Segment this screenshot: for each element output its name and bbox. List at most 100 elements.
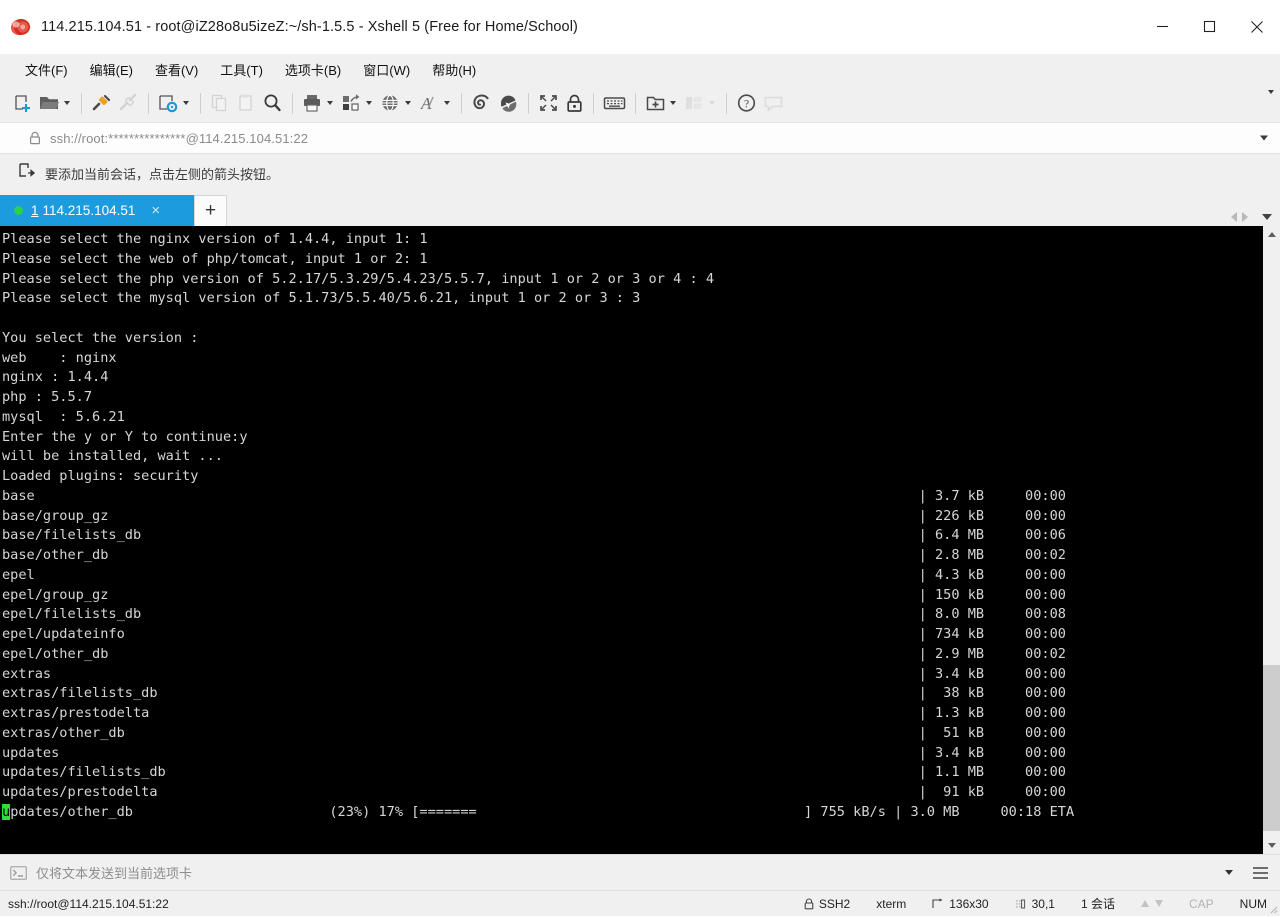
- status-transfer-indicators: [1128, 891, 1176, 916]
- font-caret-icon[interactable]: [444, 101, 450, 105]
- file-transfer-caret-icon[interactable]: [366, 101, 372, 105]
- disconnect-button[interactable]: [115, 88, 142, 118]
- toolbar-separator: [528, 92, 529, 114]
- scrollbar-thumb[interactable]: [1263, 665, 1280, 831]
- address-bar[interactable]: ssh://root:***************@114.215.104.5…: [0, 122, 1280, 154]
- new-tab-button[interactable]: +: [194, 195, 227, 226]
- lock-icon: [804, 898, 814, 910]
- print-button[interactable]: [299, 88, 338, 118]
- add-folder-caret-icon[interactable]: [670, 101, 676, 105]
- scroll-up-button[interactable]: [1263, 226, 1280, 243]
- tab-label: 114.215.104.51: [42, 203, 136, 218]
- toolbar-separator: [148, 92, 149, 114]
- layout-button[interactable]: [681, 88, 720, 118]
- tab-close-icon[interactable]: ×: [151, 203, 160, 218]
- toolbar-separator: [292, 92, 293, 114]
- menu-file[interactable]: 文件(F): [14, 56, 79, 83]
- connection-status-icon: [14, 206, 23, 215]
- address-value[interactable]: ssh://root:***************@114.215.104.5…: [50, 131, 308, 146]
- paste-icon: [236, 93, 256, 113]
- minimize-button[interactable]: [1139, 0, 1186, 53]
- terminal-scrollbar[interactable]: [1262, 226, 1280, 854]
- session-properties-button[interactable]: [155, 88, 194, 118]
- xshell-logo-icon: [9, 16, 32, 38]
- scrollbar-track[interactable]: [1263, 243, 1280, 837]
- tab-bar: 1 114.215.104.51 × +: [0, 192, 1280, 226]
- connect-icon: [91, 93, 112, 113]
- download-arrow-icon: [1154, 900, 1163, 907]
- terminal-output[interactable]: Please select the nginx version of 1.4.4…: [0, 226, 1262, 854]
- menu-tabs[interactable]: 选项卡(B): [274, 56, 352, 83]
- toolbar-separator: [200, 92, 201, 114]
- status-terminal-type: xterm: [876, 896, 907, 911]
- open-session-button[interactable]: [36, 88, 75, 118]
- add-session-icon[interactable]: [19, 162, 36, 184]
- layout-caret-icon[interactable]: [709, 101, 715, 105]
- status-size-label: 136x30: [949, 896, 989, 911]
- tab-scroll-right-icon[interactable]: [1242, 212, 1248, 222]
- status-size: 136x30: [919, 891, 1001, 916]
- menu-edit[interactable]: 编辑(E): [79, 56, 144, 83]
- keyboard-icon: [603, 93, 626, 113]
- font-button[interactable]: A: [416, 88, 455, 118]
- layout-icon: [684, 93, 705, 113]
- hint-bar: 要添加当前会话，点击左侧的箭头按钮。: [0, 154, 1280, 192]
- toolbar-separator: [635, 92, 636, 114]
- resize-grip[interactable]: [1266, 902, 1278, 914]
- help-button[interactable]: ?: [733, 88, 760, 118]
- chat-button[interactable]: [760, 88, 787, 118]
- fullscreen-icon: [538, 93, 559, 113]
- scroll-down-button[interactable]: [1263, 837, 1280, 854]
- status-sessions: 1 会话: [1080, 897, 1115, 911]
- toolbar-separator: [461, 92, 462, 114]
- keyboard-button[interactable]: [600, 88, 629, 118]
- session-properties-icon: [158, 93, 179, 113]
- window-title: 114.215.104.51 - root@iZ28o8u5izeZ:~/sh-…: [41, 18, 578, 35]
- status-right-group: SSH2 xterm 136x30 30,1 1 会话 CAP NUM: [791, 891, 1280, 916]
- print-icon: [302, 93, 323, 113]
- status-cursor: 30,1: [1002, 891, 1068, 916]
- open-session-caret-icon[interactable]: [64, 101, 70, 105]
- new-session-icon: [13, 93, 33, 113]
- add-folder-button[interactable]: [642, 88, 681, 118]
- print-caret-icon[interactable]: [327, 101, 333, 105]
- send-bar-menu-icon[interactable]: [1253, 866, 1268, 879]
- close-button[interactable]: [1233, 0, 1280, 53]
- cursor-icon: [1015, 898, 1027, 910]
- copy-button[interactable]: [207, 88, 233, 118]
- tab-menu-icon[interactable]: [1262, 214, 1272, 220]
- address-dropdown-icon[interactable]: [1260, 135, 1268, 141]
- upload-arrow-icon: [1140, 900, 1149, 907]
- status-caps-lock: CAP: [1188, 896, 1214, 911]
- send-target-dropdown-icon[interactable]: [1225, 870, 1233, 875]
- terminal-area: Please select the nginx version of 1.4.4…: [0, 226, 1280, 854]
- find-button[interactable]: [259, 88, 286, 118]
- tab-scroll-left-icon[interactable]: [1231, 212, 1237, 222]
- xftp-button[interactable]: [495, 88, 522, 118]
- encoding-button[interactable]: [377, 88, 416, 118]
- lock-button[interactable]: [562, 88, 587, 118]
- toolbar-separator: [726, 92, 727, 114]
- connect-button[interactable]: [88, 88, 115, 118]
- fullscreen-button[interactable]: [535, 88, 562, 118]
- encoding-caret-icon[interactable]: [405, 101, 411, 105]
- window-controls: [1139, 0, 1280, 53]
- tab-session-1[interactable]: 1 114.215.104.51 ×: [0, 195, 194, 226]
- file-transfer-button[interactable]: [338, 88, 377, 118]
- session-properties-caret-icon[interactable]: [183, 101, 189, 105]
- help-icon: ?: [736, 93, 757, 113]
- globe-icon: [380, 93, 401, 113]
- toolbar-overflow-button[interactable]: [1268, 90, 1274, 112]
- menu-view[interactable]: 查看(V): [144, 56, 209, 83]
- send-bar-controls: [1225, 855, 1280, 890]
- menu-window[interactable]: 窗口(W): [352, 56, 421, 83]
- new-session-button[interactable]: [10, 88, 36, 118]
- send-text-bar[interactable]: 仅将文本发送到当前选项卡: [0, 854, 1280, 890]
- menu-bar: 文件(F) 编辑(E) 查看(V) 工具(T) 选项卡(B) 窗口(W) 帮助(…: [0, 53, 1280, 84]
- menu-help[interactable]: 帮助(H): [421, 56, 487, 83]
- paste-button[interactable]: [233, 88, 259, 118]
- xftp-icon: [498, 93, 519, 113]
- maximize-button[interactable]: [1186, 0, 1233, 53]
- menu-tools[interactable]: 工具(T): [209, 56, 274, 83]
- xshell-button[interactable]: [468, 88, 495, 118]
